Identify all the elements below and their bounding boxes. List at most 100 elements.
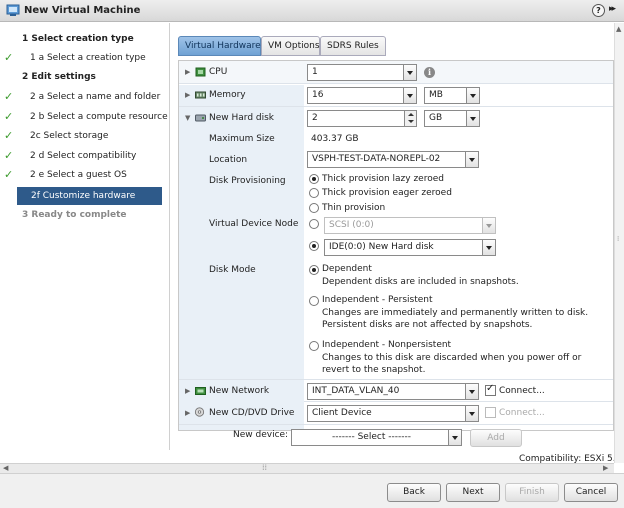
horizontal-scrollbar[interactable]: ◀ ⁞⁞ ▶ (0, 463, 614, 473)
network-connect-label: Connect... (499, 386, 545, 396)
finish-button[interactable]: Finish (505, 483, 559, 502)
step-name-and-folder[interactable]: ✓ 2 a Select a name and folder (0, 88, 170, 106)
cd-dvd-connect-checkbox[interactable] (485, 407, 496, 418)
chevron-down-icon (466, 111, 479, 126)
radio-thick-eager[interactable] (309, 188, 319, 198)
tab-sdrs-rules[interactable]: SDRS Rules (320, 36, 386, 56)
network-select[interactable]: INT_DATA_VLAN_40 (307, 383, 479, 400)
mode-persistent-title: Independent - Persistent (322, 295, 433, 305)
expand-triangle-icon[interactable]: ▶ (185, 409, 190, 417)
chevron-down-icon (448, 430, 461, 445)
checkmark-icon: ✓ (4, 110, 14, 123)
chevron-down-icon (482, 218, 495, 233)
scroll-grip-icon: ⁞⁞ (262, 463, 268, 472)
cpu-icon (195, 67, 206, 77)
memory-size-combo[interactable]: 16 (307, 87, 417, 104)
option-thick-eager: Thick provision eager zeroed (322, 188, 452, 198)
step-select-creation-type: 1 Select creation type (22, 34, 134, 44)
max-size-label: Maximum Size (209, 134, 275, 144)
step-select-compatibility[interactable]: ✓ 2 d Select compatibility (0, 147, 170, 165)
cpu-count-select[interactable]: 1 (307, 64, 417, 81)
virtual-machine-icon (6, 4, 20, 16)
scroll-grip-icon: ⁞ (617, 235, 620, 243)
mode-persistent-desc-2: Persistent disks are not affected by sna… (322, 320, 533, 330)
virtual-hardware-panel: ▶ CPU 1 i ▶ Memory 16 MB ▼ New Hard disk… (178, 60, 614, 431)
option-thin: Thin provision (322, 203, 386, 213)
mode-nonpersistent-desc-1: Changes to this disk are discarded when … (322, 353, 582, 363)
expand-triangle-icon[interactable]: ▶ (185, 68, 190, 76)
hard-disk-icon (195, 114, 206, 122)
step-compute-resource[interactable]: ✓ 2 b Select a compute resource (0, 108, 170, 126)
step-ready-to-complete: 3 Ready to complete (22, 210, 127, 220)
chevron-down-icon (466, 88, 479, 103)
chevron-down-icon (482, 240, 495, 255)
add-device-button[interactable]: Add (470, 429, 522, 447)
cpu-row: ▶ CPU 1 i (179, 61, 613, 84)
checkmark-icon: ✓ (4, 51, 14, 64)
scroll-right-icon[interactable]: ▶ (603, 464, 608, 472)
next-button[interactable]: Next (446, 483, 500, 502)
chevron-down-icon (465, 152, 478, 167)
cd-dvd-icon (194, 407, 205, 417)
mode-dependent-title: Dependent (322, 264, 372, 274)
radio-thin[interactable] (309, 203, 319, 213)
stepper-icon[interactable] (404, 111, 416, 126)
collapse-triangle-icon[interactable]: ▼ (185, 114, 190, 122)
cd-dvd-connect-label: Connect... (499, 408, 545, 418)
help-icon[interactable]: ? (592, 4, 605, 17)
radio-ide[interactable] (309, 241, 319, 251)
max-size-value: 403.37 GB (311, 134, 359, 144)
mode-nonpersistent-desc-2: revert to the snapshot. (322, 365, 426, 375)
radio-dependent[interactable] (309, 265, 319, 275)
network-adapter-icon (195, 387, 206, 395)
checkmark-icon: ✓ (4, 168, 14, 181)
chevron-down-icon (403, 88, 416, 103)
tab-virtual-hardware[interactable]: Virtual Hardware (178, 36, 261, 56)
chevron-down-icon (403, 65, 416, 80)
window-title: New Virtual Machine (24, 5, 141, 16)
option-thick-lazy: Thick provision lazy zeroed (322, 174, 444, 184)
vertical-scrollbar[interactable]: ▲ ⁞ (614, 23, 624, 463)
radio-independent-nonpersistent[interactable] (309, 341, 319, 351)
step-customize-hardware[interactable]: 2f Customize hardware (17, 187, 162, 205)
scroll-left-icon[interactable]: ◀ (3, 464, 8, 472)
ide-node-select[interactable]: IDE(0:0) New Hard disk (324, 239, 496, 256)
radio-independent-persistent[interactable] (309, 296, 319, 306)
mode-dependent-desc: Dependent disks are included in snapshot… (322, 277, 519, 287)
tab-vm-options[interactable]: VM Options (261, 36, 320, 56)
cd-dvd-row: ▶ New CD/DVD Drive Client Device Connect… (179, 402, 613, 425)
virtual-device-node-label: Virtual Device Node (209, 219, 299, 229)
checkmark-icon: ✓ (4, 149, 14, 162)
info-icon[interactable]: i (424, 67, 435, 78)
chevron-down-icon (465, 384, 478, 399)
window-titlebar: New Virtual Machine ? ▸▸ (0, 0, 624, 22)
network-connect-checkbox[interactable] (485, 383, 496, 396)
expand-triangle-icon[interactable]: ▶ (185, 91, 190, 99)
expand-triangle-icon[interactable]: ▶ (185, 387, 190, 395)
back-button[interactable]: Back (387, 483, 441, 502)
hard-disk-row: ▼ New Hard disk 2 GB (179, 107, 613, 130)
disk-size-input[interactable]: 2 (307, 110, 417, 127)
radio-thick-lazy[interactable] (309, 174, 319, 184)
cd-dvd-select[interactable]: Client Device (307, 405, 479, 422)
radio-scsi[interactable] (309, 219, 319, 229)
network-row: ▶ New Network INT_DATA_VLAN_40 Connect..… (179, 379, 613, 402)
scsi-node-select[interactable]: SCSI (0:0) (324, 217, 496, 234)
wizard-steps: 1 Select creation type ✓ 1 a Select a cr… (0, 23, 170, 450)
disk-unit-select[interactable]: GB (424, 110, 480, 127)
mode-persistent-desc-1: Changes are immediately and permanently … (322, 308, 589, 318)
scroll-up-icon[interactable]: ▲ (616, 25, 621, 33)
expand-icon[interactable]: ▸▸ (609, 4, 616, 14)
memory-unit-select[interactable]: MB (424, 87, 480, 104)
memory-icon (195, 91, 206, 99)
checkmark-icon: ✓ (4, 129, 14, 142)
wizard-footer: Back Next Finish Cancel (0, 473, 624, 508)
step-select-storage[interactable]: ✓ 2c Select storage (0, 127, 170, 145)
step-select-guest-os[interactable]: ✓ 2 e Select a guest OS (0, 166, 170, 184)
cancel-button[interactable]: Cancel (564, 483, 618, 502)
memory-row: ▶ Memory 16 MB (179, 84, 613, 107)
step-select-a-creation-type[interactable]: ✓ 1 a Select a creation type (0, 49, 170, 67)
disk-provisioning-label: Disk Provisioning (209, 176, 286, 186)
location-select[interactable]: VSPH-TEST-DATA-NOREPL-02 (307, 151, 479, 168)
new-device-select[interactable]: ------- Select ------- (291, 429, 462, 446)
